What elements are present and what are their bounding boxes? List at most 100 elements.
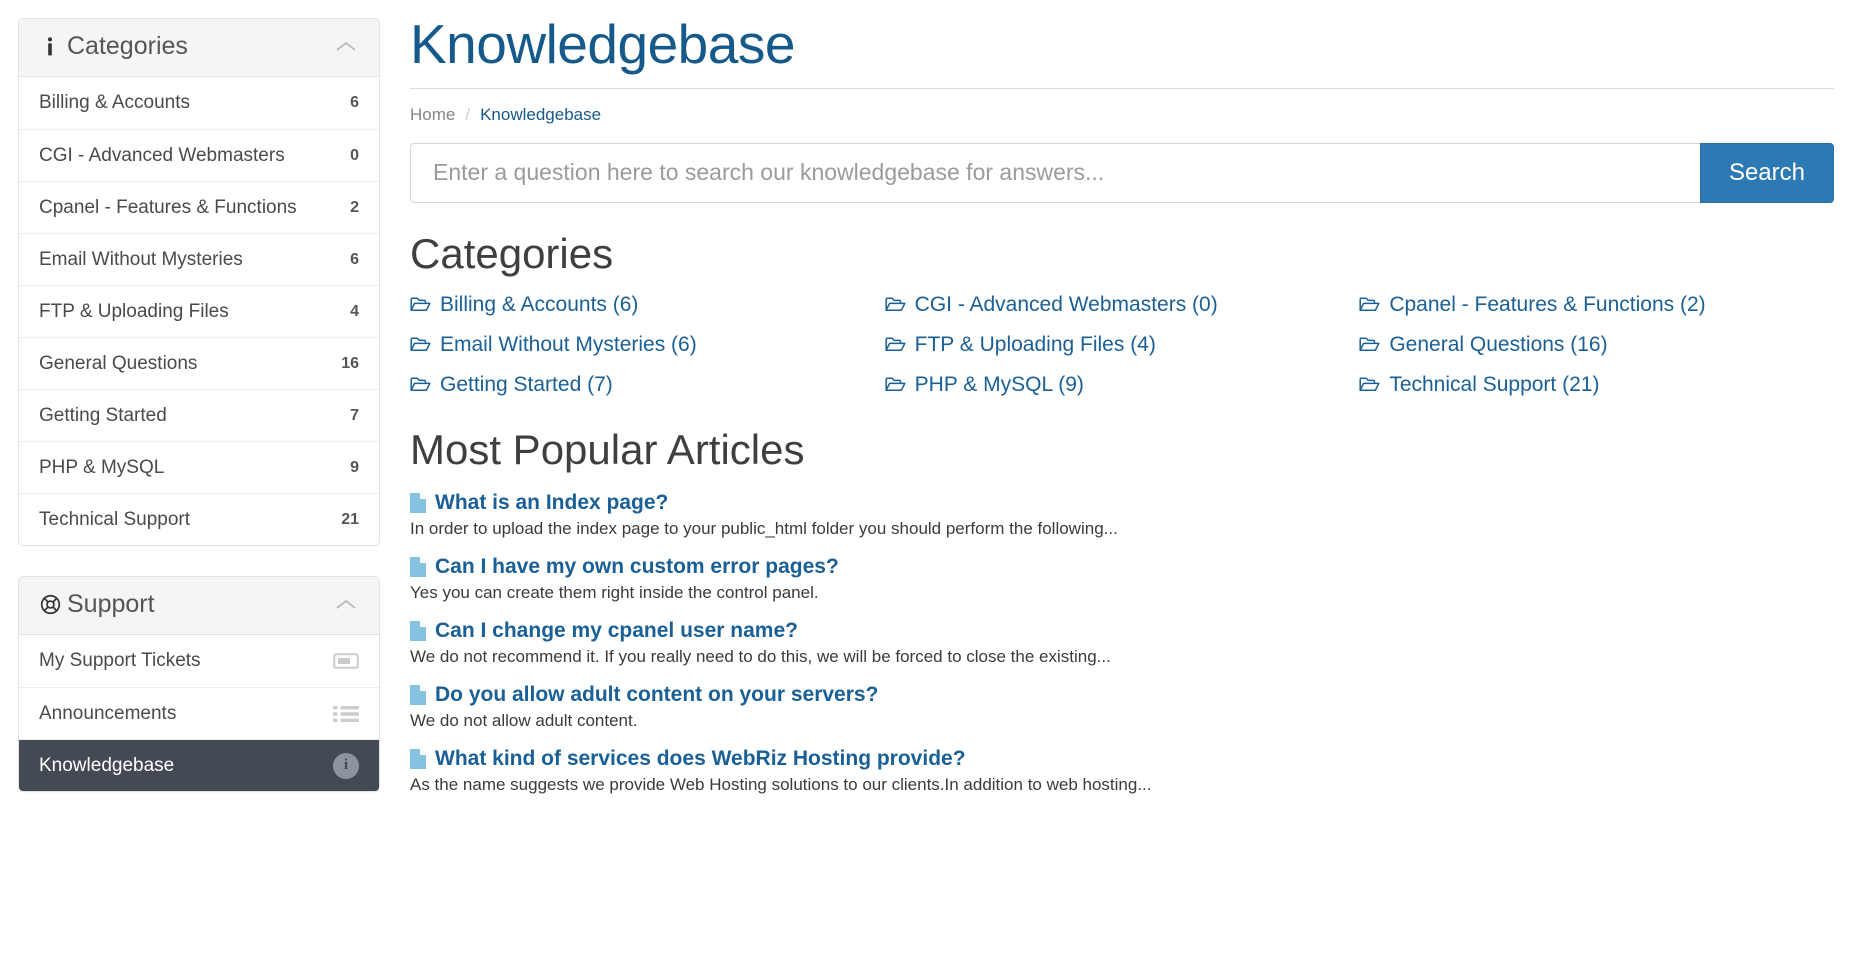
info-circle-icon: i — [333, 752, 359, 779]
article-link-custom-error-pages[interactable]: Can I have my own custom error pages? — [410, 555, 1834, 579]
lifebuoy-icon — [39, 594, 61, 615]
search-button[interactable]: Search — [1699, 142, 1834, 203]
folder-open-icon — [1359, 296, 1380, 313]
category-link-label: General Questions (16) — [1389, 332, 1608, 356]
document-icon — [410, 748, 426, 769]
ticket-icon — [333, 652, 359, 670]
breadcrumb-separator: / — [465, 104, 471, 124]
document-icon — [410, 557, 426, 578]
category-link-general-questions[interactable]: General Questions (16) — [1359, 333, 1834, 357]
document-icon — [410, 621, 426, 641]
support-list: My Support Tickets Announcements Knowled… — [19, 635, 379, 791]
article-title-text: Do you allow adult content on your serve… — [435, 682, 879, 706]
article-title-text: Can I change my cpanel user name? — [435, 619, 798, 642]
sidebar-item-cgi-advanced-webmasters[interactable]: CGI - Advanced Webmasters 0 — [19, 129, 379, 181]
search-input[interactable] — [410, 142, 1700, 203]
sidebar-item-label: CGI - Advanced Webmasters — [39, 144, 285, 166]
folder-open-icon — [1359, 336, 1380, 353]
article-link-webriz-hosting-services[interactable]: What kind of services does WebRiz Hostin… — [410, 747, 1834, 771]
sidebar-item-label: Billing & Accounts — [39, 92, 191, 113]
breadcrumb-knowledgebase[interactable]: Knowledgebase — [480, 105, 601, 125]
category-link-label: PHP & MySQL (9) — [914, 372, 1084, 396]
sidebar-item-label: PHP & MySQL — [39, 456, 165, 478]
folder-open-icon — [885, 336, 906, 353]
article-title-text: What kind of services does WebRiz Hostin… — [435, 746, 966, 770]
article-description: In order to upload the index page to you… — [410, 519, 1118, 539]
folder-open-icon — [410, 376, 431, 393]
breadcrumb: Home / Knowledgebase — [410, 89, 1834, 143]
sidebar-item-count: 9 — [350, 458, 359, 476]
document-icon — [410, 684, 426, 705]
sidebar-item-count: 6 — [350, 94, 359, 111]
sidebar-item-count: 7 — [350, 406, 359, 424]
sidebar-item-ftp-uploading-files[interactable]: FTP & Uploading Files 4 — [19, 285, 379, 337]
knowledgebase-search-group: Search — [410, 142, 1834, 203]
sidebar-item-my-support-tickets[interactable]: My Support Tickets — [19, 635, 379, 687]
sidebar-item-count: 4 — [350, 302, 359, 320]
category-link-label: CGI - Advanced Webmasters (0) — [914, 292, 1218, 316]
folder-open-icon — [885, 376, 906, 393]
category-link-label: Cpanel - Features & Functions (2) — [1389, 292, 1706, 316]
article-description: We do not allow adult content. — [410, 710, 638, 730]
folder-open-icon — [885, 296, 906, 313]
sidebar-item-cpanel-features-functions[interactable]: Cpanel - Features & Functions 2 — [19, 181, 379, 233]
category-link-email-without-mysteries[interactable]: Email Without Mysteries (6) — [410, 333, 885, 357]
category-link-technical-support[interactable]: Technical Support (21) — [1359, 373, 1834, 397]
folder-open-icon — [410, 336, 431, 353]
category-link-label: FTP & Uploading Files (4) — [914, 332, 1156, 356]
category-link-getting-started[interactable]: Getting Started (7) — [410, 373, 885, 397]
support-panel-title: Support — [67, 590, 155, 618]
sidebar-item-count: 6 — [350, 250, 359, 268]
category-link-php-mysql[interactable]: PHP & MySQL (9) — [885, 373, 1360, 397]
article-item: Can I have my own custom error pages? Ye… — [410, 555, 1834, 605]
categories-grid: Billing & Accounts (6) CGI - Advanced We… — [410, 293, 1834, 397]
sidebar-item-getting-started[interactable]: Getting Started 7 — [19, 389, 379, 441]
categories-panel-header[interactable]: Categories — [19, 19, 379, 77]
article-description: We do not recommend it. If you really ne… — [410, 647, 1111, 666]
article-title-text: Can I have my own custom error pages? — [435, 555, 839, 579]
knowledgebase-page: Categories Billing & Accounts 6 CGI - Ad… — [0, 0, 1856, 962]
article-link-adult-content-servers[interactable]: Do you allow adult content on your serve… — [410, 683, 1834, 707]
sidebar-item-billing-accounts[interactable]: Billing & Accounts 6 — [19, 77, 379, 129]
main-content: Knowledgebase Home / Knowledgebase Searc… — [380, 0, 1856, 811]
sidebar-item-general-questions[interactable]: General Questions 16 — [19, 337, 379, 389]
breadcrumb-home[interactable]: Home — [410, 105, 455, 125]
category-link-cgi-advanced-webmasters[interactable]: CGI - Advanced Webmasters (0) — [885, 293, 1360, 317]
sidebar: Categories Billing & Accounts 6 CGI - Ad… — [0, 0, 380, 822]
support-panel-header[interactable]: Support — [19, 577, 379, 635]
categories-section-heading: Categories — [410, 229, 614, 277]
category-link-label: Getting Started (7) — [440, 372, 613, 396]
article-item: Do you allow adult content on your serve… — [410, 683, 1834, 733]
category-link-label: Technical Support (21) — [1389, 372, 1600, 396]
sidebar-item-count: 21 — [341, 510, 359, 528]
sidebar-item-email-without-mysteries[interactable]: Email Without Mysteries 6 — [19, 233, 379, 285]
category-link-ftp-uploading-files[interactable]: FTP & Uploading Files (4) — [885, 333, 1360, 357]
chevron-up-icon[interactable] — [335, 40, 357, 53]
sidebar-item-knowledgebase[interactable]: Knowledgebase i — [19, 739, 379, 791]
info-icon — [39, 37, 61, 56]
category-link-label: Email Without Mysteries (6) — [440, 332, 697, 356]
sidebar-item-label: General Questions — [39, 352, 198, 374]
sidebar-item-label: Getting Started — [39, 404, 167, 426]
categories-panel: Categories Billing & Accounts 6 CGI - Ad… — [18, 18, 380, 546]
sidebar-item-label: Knowledgebase — [39, 754, 175, 776]
sidebar-item-technical-support[interactable]: Technical Support 21 — [19, 493, 379, 545]
category-link-cpanel-features-functions[interactable]: Cpanel - Features & Functions (2) — [1359, 293, 1834, 317]
list-icon — [333, 705, 359, 723]
article-description: As the name suggests we provide Web Host… — [410, 774, 1152, 794]
sidebar-item-php-mysql[interactable]: PHP & MySQL 9 — [19, 441, 379, 493]
folder-open-icon — [410, 296, 431, 313]
chevron-up-icon[interactable] — [335, 598, 357, 611]
category-link-billing-accounts[interactable]: Billing & Accounts (6) — [410, 293, 885, 317]
sidebar-item-label: Cpanel - Features & Functions — [39, 196, 297, 218]
categories-panel-title: Categories — [67, 32, 188, 60]
article-title-text: What is an Index page? — [435, 491, 669, 515]
article-link-change-cpanel-user-name[interactable]: Can I change my cpanel user name? — [410, 619, 1834, 643]
sidebar-item-label: My Support Tickets — [39, 650, 201, 671]
page-title: Knowledgebase — [410, 13, 795, 75]
articles-section-heading: Most Popular Articles — [410, 425, 805, 473]
article-link-what-is-an-index-page[interactable]: What is an Index page? — [410, 491, 1834, 515]
sidebar-item-count: 0 — [350, 146, 359, 164]
popular-articles-list: What is an Index page? In order to uploa… — [410, 491, 1834, 797]
sidebar-item-announcements[interactable]: Announcements — [19, 687, 379, 739]
